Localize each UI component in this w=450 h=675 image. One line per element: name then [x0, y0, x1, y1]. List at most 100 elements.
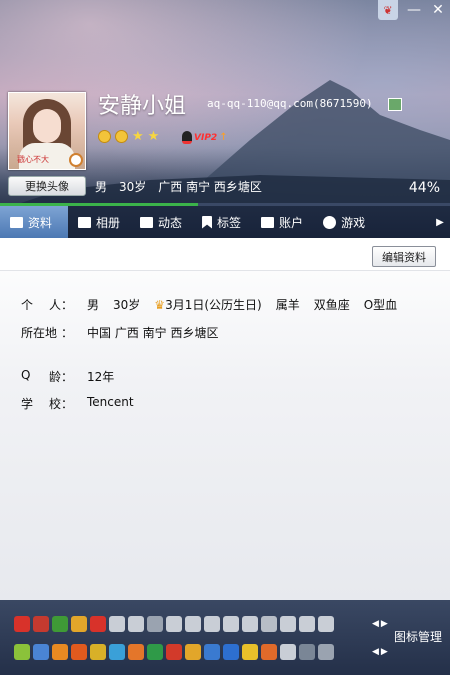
label-part: Q — [21, 368, 31, 382]
account-card-icon — [261, 216, 275, 228]
qq-age-value: 12年 — [87, 370, 115, 384]
service-icon[interactable] — [90, 644, 106, 660]
service-icon[interactable] — [204, 616, 220, 632]
service-icon[interactable] — [242, 644, 258, 660]
school-row: 学校： Tencent — [21, 395, 134, 412]
row-label: 个人： — [21, 296, 73, 313]
vip-badge[interactable]: VIP2 ↑ — [182, 131, 228, 144]
service-icon[interactable] — [128, 616, 144, 632]
location-value: 中国 广西 南宁 西乡塘区 — [87, 326, 219, 340]
service-icon[interactable] — [33, 644, 49, 660]
vip-penguin-icon — [182, 131, 192, 144]
email-icon[interactable] — [388, 98, 402, 111]
service-icon[interactable] — [52, 616, 68, 632]
icon-row-1-arrows: ◀ ▶ — [372, 619, 388, 629]
service-icon[interactable] — [242, 616, 258, 632]
service-icon[interactable] — [52, 644, 68, 660]
nickname: 安静小姐 — [98, 94, 187, 119]
service-icon[interactable] — [14, 644, 30, 660]
birthday-crown-icon: ♛ — [154, 298, 166, 312]
close-button[interactable]: ✕ — [426, 0, 450, 20]
scroll-right-icon[interactable]: ▶ — [381, 619, 388, 629]
tab-tags[interactable]: 标签 — [192, 206, 251, 238]
scroll-right-icon[interactable]: ▶ — [381, 647, 388, 657]
gender: 男 — [95, 180, 108, 194]
service-icon[interactable] — [33, 616, 49, 632]
service-icon[interactable] — [90, 616, 106, 632]
scroll-left-icon[interactable]: ◀ — [372, 619, 379, 629]
service-icon[interactable] — [185, 616, 201, 632]
edit-profile-button[interactable]: 编辑资料 — [372, 246, 436, 267]
avatar-zoom-icon[interactable] — [69, 153, 83, 167]
icon-bar: ◀ ▶ ◀ ▶ 图标管理 — [0, 600, 450, 675]
vip-up-icon: ↑ — [219, 132, 228, 143]
profile-summary: 男 30岁 广西 南宁 西乡塘区 — [95, 178, 262, 195]
service-icon[interactable] — [166, 644, 182, 660]
tab-album[interactable]: 相册 — [68, 206, 130, 238]
service-icon[interactable] — [14, 616, 30, 632]
tab-games[interactable]: 游戏 — [313, 206, 375, 238]
tab-account[interactable]: 账户 — [251, 206, 313, 238]
completion-percent: 44% — [408, 180, 440, 196]
service-icon[interactable] — [185, 644, 201, 660]
close-icon: ✕ — [432, 2, 444, 18]
service-icon[interactable] — [109, 644, 125, 660]
service-icon[interactable] — [261, 616, 277, 632]
zodiac-value: 属羊 — [275, 298, 300, 312]
scroll-left-icon[interactable]: ◀ — [372, 647, 379, 657]
icon-row-1 — [14, 616, 334, 632]
tab-profile[interactable]: 资料 — [0, 206, 68, 238]
service-icon[interactable] — [223, 644, 239, 660]
personal-row: 个人： 男 30岁 ♛3月1日(公历生日) 属羊 双鱼座 O型血 — [21, 296, 397, 313]
level-badges[interactable]: ★ ★ — [98, 130, 159, 143]
tab-label: 动态 — [158, 215, 183, 230]
star-level-icon: ★ — [147, 129, 160, 144]
tab-label: 账户 — [279, 215, 304, 230]
star-level-icon: ★ — [132, 129, 144, 144]
service-icon[interactable] — [318, 644, 334, 660]
service-icon[interactable] — [261, 644, 277, 660]
tab-label: 资料 — [28, 215, 53, 230]
minimize-button[interactable]: — — [402, 0, 426, 20]
email-account: aq-qq-110@qq.com(8671590) — [207, 97, 373, 110]
icon-row-2 — [14, 644, 334, 660]
service-icon[interactable] — [109, 616, 125, 632]
label-part: 所在地 — [21, 326, 58, 340]
service-icon[interactable] — [147, 616, 163, 632]
age: 30岁 — [119, 180, 147, 194]
gender-value: 男 — [87, 298, 100, 312]
label-part: 学 — [21, 397, 34, 411]
change-avatar-button[interactable]: 更换头像 — [8, 176, 86, 196]
constellation-value: 双鱼座 — [313, 298, 350, 312]
service-icon[interactable] — [318, 616, 334, 632]
profile-window: ❦ — ✕ 戳心不大 更换头像 安静小姐 aq-qq-110@qq.com(86… — [0, 0, 450, 675]
skin-button[interactable]: ❦ — [378, 0, 398, 20]
service-icon[interactable] — [71, 616, 87, 632]
service-icon[interactable] — [204, 644, 220, 660]
icon-manage-button[interactable]: 图标管理 — [394, 628, 442, 645]
service-icon[interactable] — [280, 616, 296, 632]
game-icon — [323, 215, 337, 229]
content-toolbar: 编辑资料 — [0, 238, 450, 271]
tab-scroll-right-icon[interactable]: ▶ — [430, 206, 450, 238]
tab-feed[interactable]: 动态 — [130, 206, 192, 238]
tab-label: 游戏 — [341, 215, 366, 230]
qq-age-row: Q 龄： 12年 — [21, 368, 114, 385]
service-icon[interactable] — [128, 644, 144, 660]
row-label: Q 龄： — [21, 368, 73, 385]
service-icon[interactable] — [299, 644, 315, 660]
service-icon[interactable] — [223, 616, 239, 632]
service-icon[interactable] — [280, 644, 296, 660]
tab-label: 相册 — [96, 215, 121, 230]
vip-label: VIP2 — [194, 132, 218, 143]
service-icon[interactable] — [71, 644, 87, 660]
sun-level-icon — [115, 130, 128, 143]
blood-type-value: O型血 — [363, 298, 398, 312]
service-icon[interactable] — [299, 616, 315, 632]
service-icon[interactable] — [147, 644, 163, 660]
avatar-caption: 戳心不大 — [17, 155, 49, 164]
tab-label: 标签 — [217, 215, 242, 230]
feed-list-icon — [140, 216, 154, 228]
avatar[interactable]: 戳心不大 — [8, 92, 86, 170]
service-icon[interactable] — [166, 616, 182, 632]
